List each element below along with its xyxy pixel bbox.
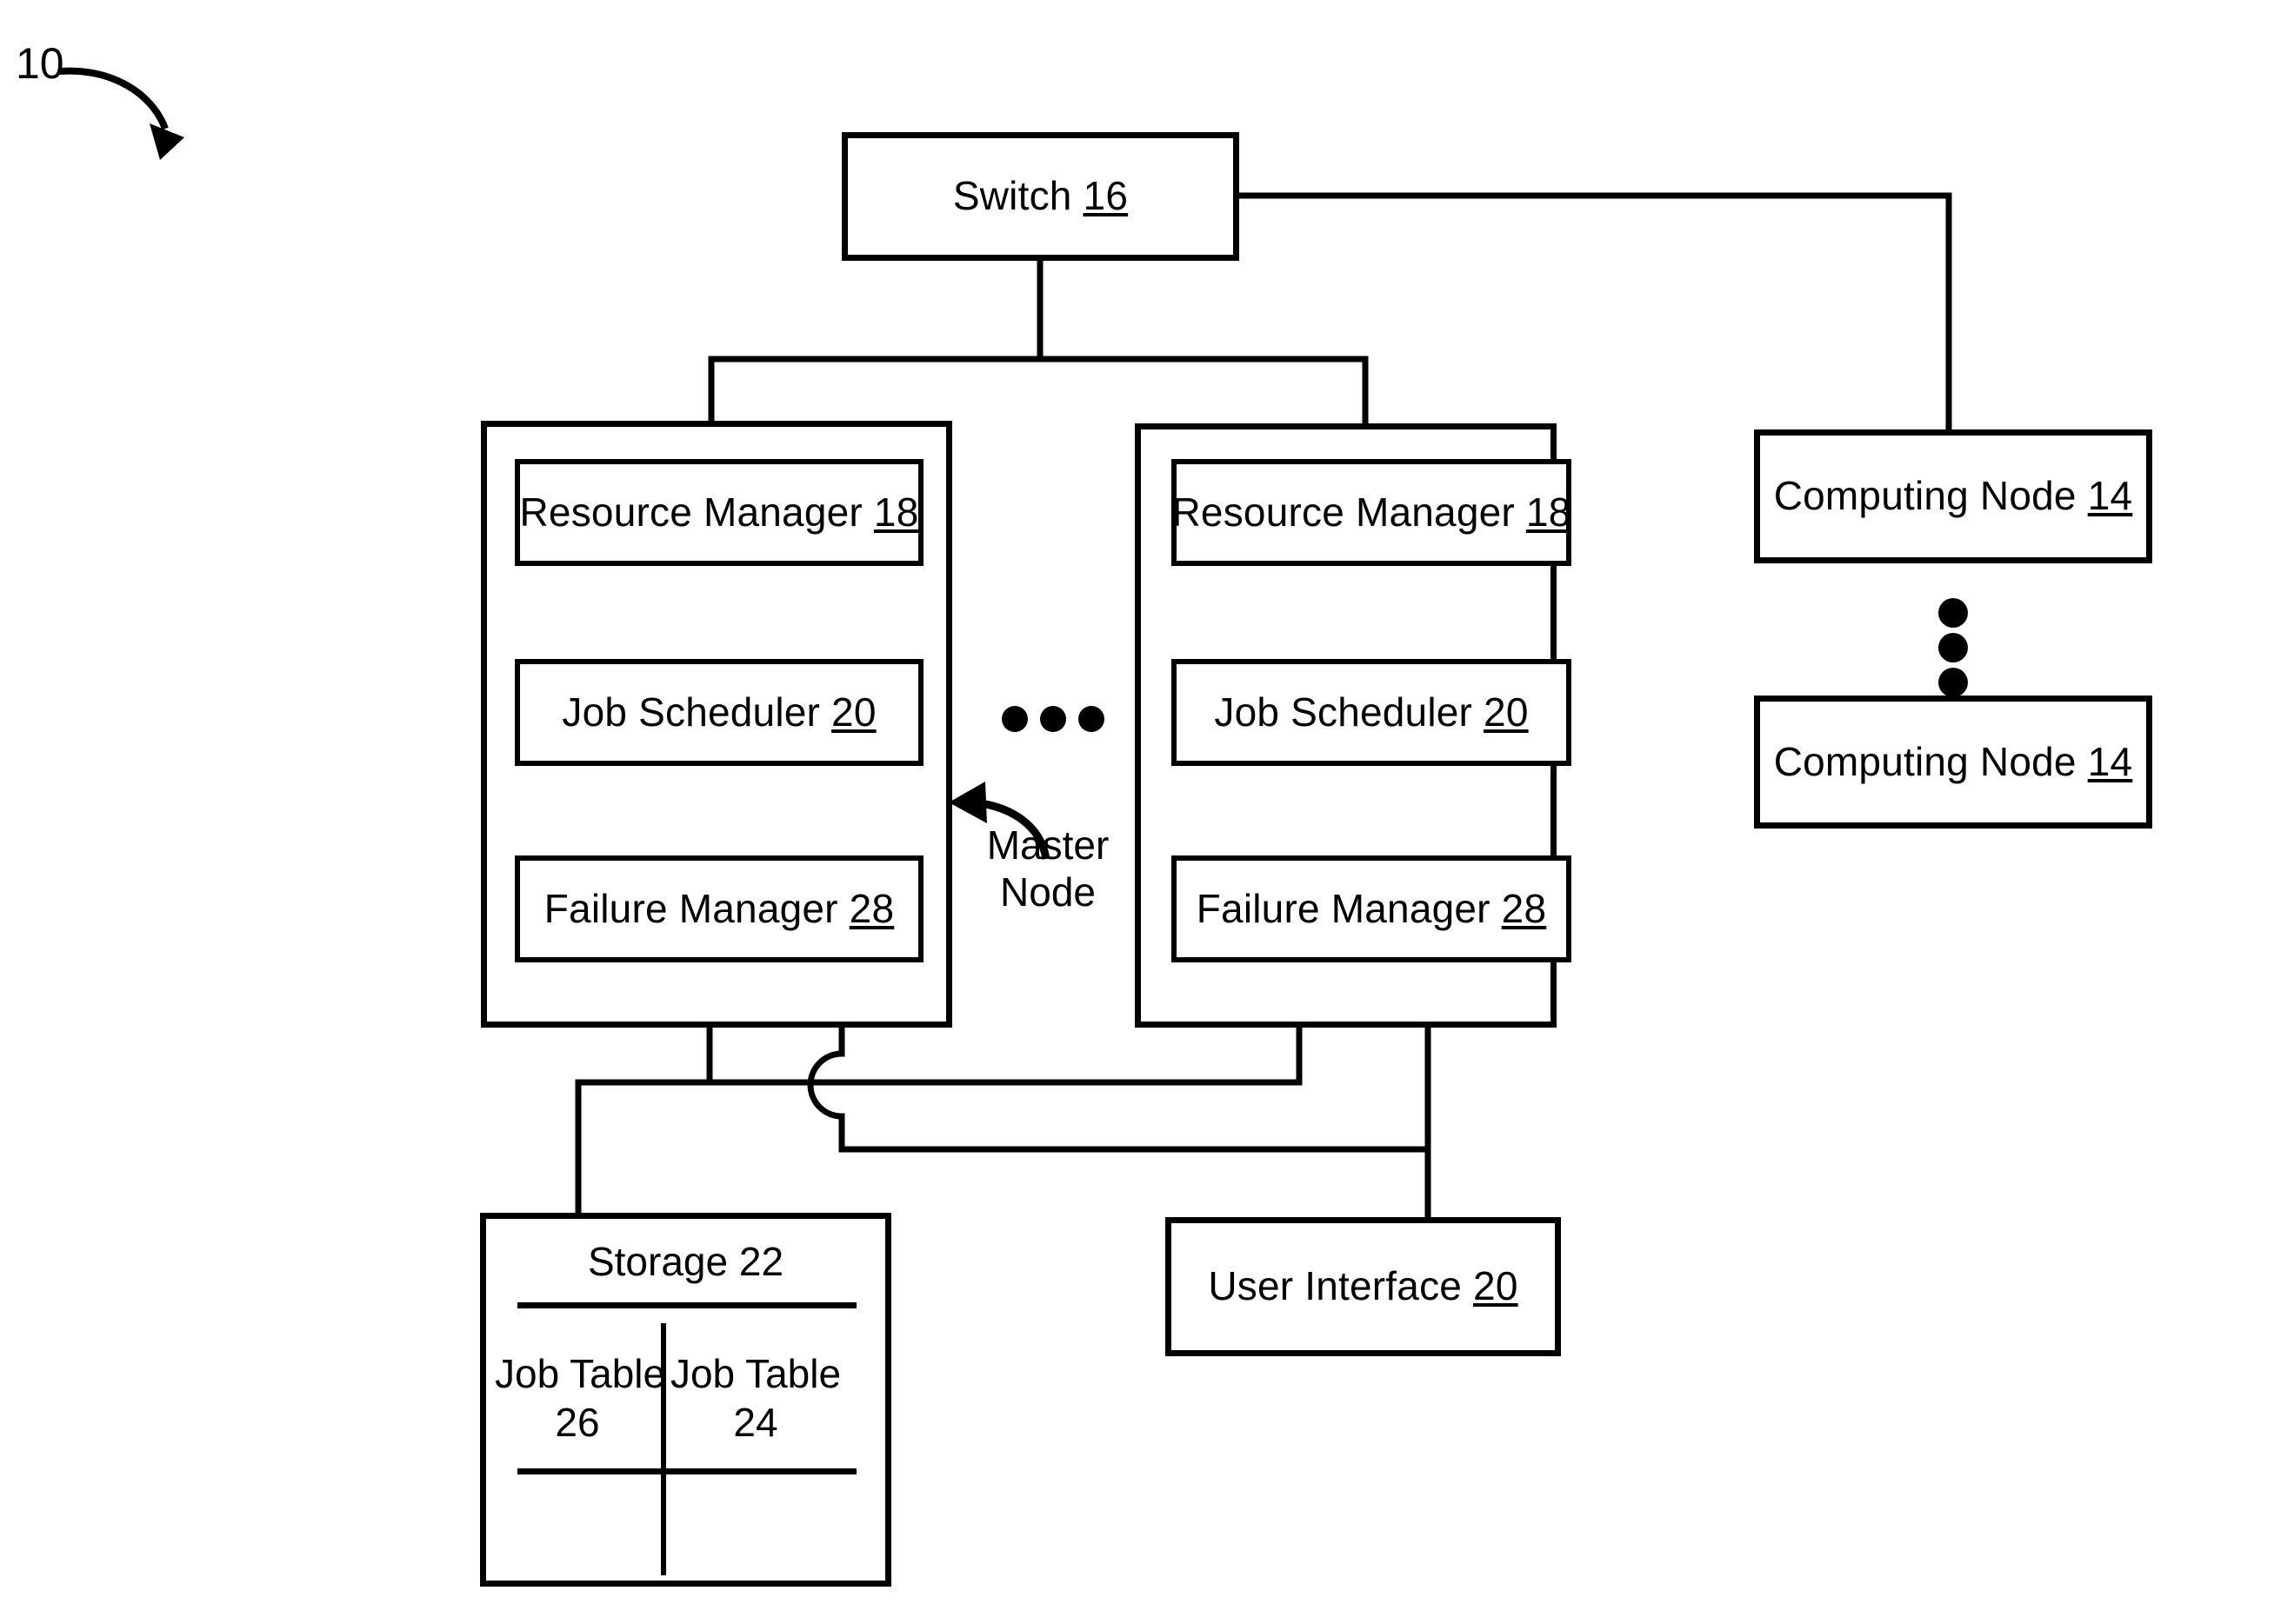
master-node-callout-label: Master Node (944, 822, 1152, 916)
job-table-26-num: 26 (555, 1400, 600, 1446)
computing-node-ellipsis-dot-3 (1938, 668, 1968, 697)
right-failure-manager-label: Failure Manager 28 (1196, 885, 1547, 931)
switch-box[interactable]: Switch 16 (842, 132, 1239, 261)
storage-rule-bottom (517, 1468, 857, 1474)
job-table-26-name: Job Table (495, 1351, 666, 1396)
ellipsis-dot-3 (1078, 706, 1104, 732)
switch-label: Switch 16 (952, 173, 1129, 219)
storage-rule-top (517, 1302, 857, 1308)
master-node-callout-line1: Master (986, 822, 1110, 868)
user-interface-box[interactable]: User Interface 20 (1165, 1217, 1561, 1356)
user-interface-label: User Interface 20 (1208, 1263, 1518, 1309)
figure-leader-arrow (58, 67, 184, 160)
left-resource-manager-box[interactable]: Resource Manager 18 (515, 459, 924, 566)
computing-node-ellipsis-dot-1 (1938, 598, 1968, 628)
ellipsis-dot-1 (1002, 706, 1028, 732)
wire-switch-to-computing-nodes (1236, 192, 1952, 433)
right-failure-manager-box[interactable]: Failure Manager 28 (1171, 855, 1571, 962)
storage-box[interactable]: Storage 22 Job Table 26 Job Table 24 (480, 1213, 891, 1587)
job-table-24-name: Job Table (670, 1351, 842, 1396)
left-failure-manager-box[interactable]: Failure Manager 28 (515, 855, 924, 962)
right-job-scheduler-box[interactable]: Job Scheduler 20 (1171, 659, 1571, 766)
wire-hop-arc (807, 1050, 845, 1120)
computing-node-1-label: Computing Node 14 (1773, 473, 2133, 519)
job-table-24[interactable]: Job Table 24 (669, 1349, 843, 1447)
ellipsis-dot-2 (1040, 706, 1066, 732)
left-job-scheduler-label: Job Scheduler 20 (562, 689, 877, 735)
left-failure-manager-label: Failure Manager 28 (543, 885, 895, 931)
computing-node-2-label: Computing Node 14 (1773, 738, 2133, 784)
right-resource-manager-label: Resource Manager 18 (1171, 489, 1571, 535)
job-table-24-num: 24 (733, 1400, 778, 1446)
left-job-scheduler-box[interactable]: Job Scheduler 20 (515, 659, 924, 766)
right-resource-manager-box[interactable]: Resource Manager 18 (1171, 459, 1571, 566)
master-node-callout-line2: Node (1000, 869, 1096, 915)
computing-node-2[interactable]: Computing Node 14 (1754, 696, 2152, 829)
left-resource-manager-label: Resource Manager 18 (519, 489, 919, 535)
patent-figure: 10 Switch 16 Resource Manager 18 Job Sch… (0, 0, 2274, 1624)
storage-title: Storage 22 (587, 1239, 784, 1284)
right-job-scheduler-label: Job Scheduler 20 (1214, 689, 1529, 735)
computing-node-1[interactable]: Computing Node 14 (1754, 429, 2152, 563)
computing-node-ellipsis-dot-2 (1938, 633, 1968, 662)
job-table-26[interactable]: Job Table 26 (495, 1349, 666, 1447)
